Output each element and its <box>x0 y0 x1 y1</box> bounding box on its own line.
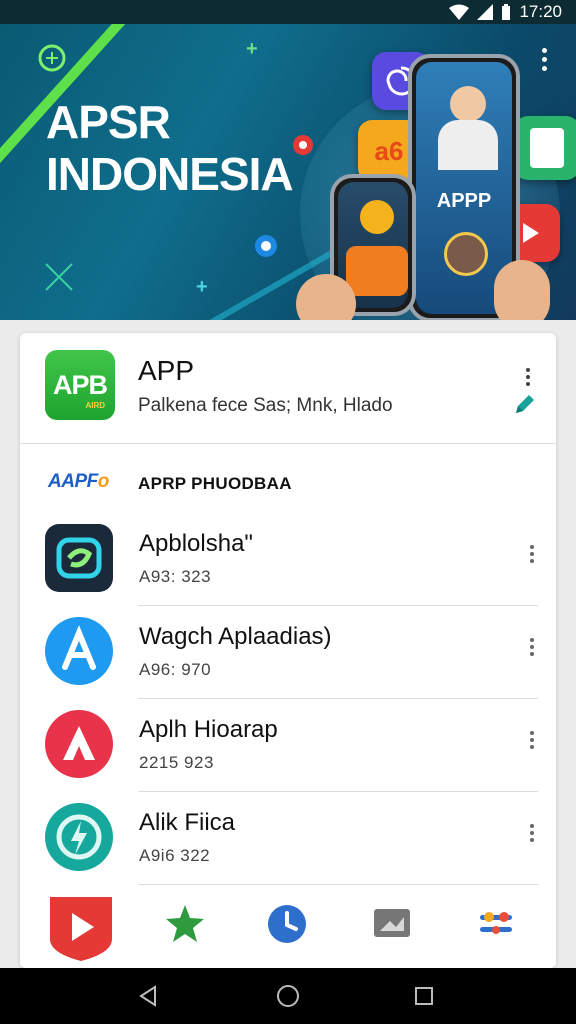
featured-app-title: APP <box>138 355 195 386</box>
app-subtitle: A9i6 322 <box>139 846 211 865</box>
more-options-icon[interactable] <box>526 368 530 386</box>
back-icon[interactable] <box>134 982 162 1010</box>
section-header: AAPFo APRP PHUODBAA <box>20 463 556 503</box>
featured-app-icon[interactable]: APB AIRD <box>45 350 115 420</box>
photo-app-icon <box>514 116 576 180</box>
featured-app[interactable]: APB AIRD APP Palkena fece Sas; Mnk, Hlad… <box>20 333 556 444</box>
star-icon[interactable] <box>164 903 206 945</box>
cross-icon <box>45 263 73 291</box>
app-subtitle: A93: 323 <box>139 567 212 586</box>
edit-pen-icon[interactable] <box>512 391 538 417</box>
hero-title: APSR INDONESIA <box>46 96 294 200</box>
teal-bolt-icon[interactable] <box>45 803 113 871</box>
list-item[interactable]: Wagch Aplaadias) A96: 970 <box>20 606 556 699</box>
more-options-icon[interactable] <box>530 638 534 656</box>
signal-icon <box>477 4 494 20</box>
app-subtitle: A96: 970 <box>139 660 212 679</box>
app-title: Apblolsha" <box>139 530 253 557</box>
folder-icon[interactable] <box>372 905 412 941</box>
hero-banner: + + APSR INDONESIA a6 APPP <box>0 24 576 320</box>
section-title: APRP PHUODBAA <box>138 474 292 493</box>
app-dock <box>20 885 556 968</box>
list-item[interactable]: Apblolsha" A93: 323 <box>20 513 556 606</box>
hand-illustration <box>494 260 550 320</box>
recents-icon[interactable] <box>410 982 438 1010</box>
clock-time: 17:20 <box>519 2 562 21</box>
more-options-icon[interactable] <box>530 545 534 563</box>
hero-more-icon[interactable] <box>542 48 550 71</box>
section-logo: AAPFo <box>48 471 109 492</box>
list-item[interactable]: Alik Fiica A9i6 322 <box>20 792 556 885</box>
phone-label: APPP <box>436 190 492 212</box>
battery-icon <box>502 4 511 20</box>
system-nav-bar <box>0 968 576 1024</box>
play-shield-icon[interactable] <box>48 893 114 963</box>
app-subtitle: 2215 923 <box>139 753 214 772</box>
chrome-icon <box>255 235 277 257</box>
red-a-icon[interactable] <box>45 710 113 778</box>
app-title: Alik Fiica <box>139 809 236 836</box>
chrome-icon <box>293 135 313 155</box>
status-bar: 17:20 <box>0 0 576 24</box>
target-icon <box>38 44 66 72</box>
wifi-icon <box>449 4 470 20</box>
sparkle-icon: + <box>246 38 258 60</box>
app-list-card: APB AIRD APP Palkena fece Sas; Mnk, Hlad… <box>20 333 556 968</box>
app-title: Aplh Hioarap <box>139 716 278 743</box>
featured-app-subtitle: Palkena fece Sas; Mnk, Hlado <box>138 395 393 416</box>
settings-sliders-icon[interactable] <box>476 903 516 943</box>
app-title: Wagch Aplaadias) <box>139 623 332 650</box>
more-options-icon[interactable] <box>530 824 534 842</box>
home-icon[interactable] <box>274 982 302 1010</box>
more-options-icon[interactable] <box>530 731 534 749</box>
clock-icon[interactable] <box>266 903 308 945</box>
dark-swirl-icon[interactable] <box>45 524 113 592</box>
app-store-a-icon[interactable] <box>45 617 113 685</box>
sparkle-icon: + <box>196 276 208 298</box>
list-item[interactable]: Aplh Hioarap 2215 923 <box>20 699 556 792</box>
